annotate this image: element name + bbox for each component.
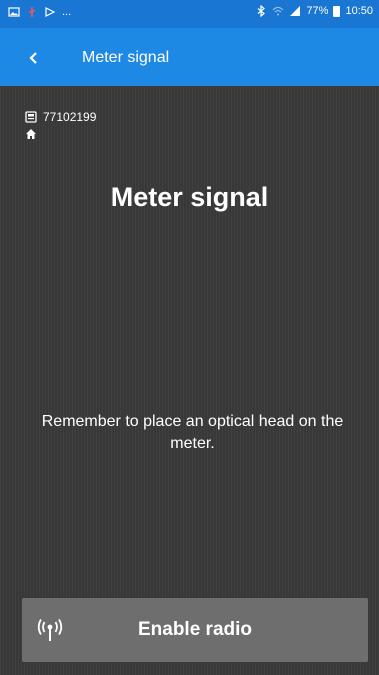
status-notifications: ...: [8, 6, 71, 18]
screen: ... 77% 10:50 Meter signal 77102199 Mete…: [0, 0, 379, 675]
clock: 10:50: [345, 5, 373, 17]
play-icon: [45, 7, 56, 17]
notification-overflow: ...: [62, 6, 72, 18]
battery-icon: [333, 5, 341, 17]
page-heading: Meter signal: [110, 182, 269, 212]
instruction-text: Remember to place an optical head on the…: [41, 413, 344, 452]
usb-icon: [28, 7, 36, 17]
wifi-icon: [273, 6, 284, 16]
home-icon: [26, 129, 36, 139]
main-content: 77102199 Meter signal Remember to place …: [0, 86, 379, 675]
enable-radio-button[interactable]: Enable radio: [22, 598, 368, 662]
image-icon: [8, 7, 20, 17]
status-bar: ... 77% 10:50: [0, 0, 379, 28]
chevron-left-icon: [29, 52, 37, 64]
back-button[interactable]: [20, 44, 48, 72]
meter-icon: [25, 111, 37, 123]
meter-id-row: 77102199: [25, 110, 96, 124]
bluetooth-icon: [258, 5, 266, 17]
meter-id: 77102199: [43, 110, 97, 124]
app-bar: Meter signal: [0, 28, 379, 86]
signal-icon: [290, 6, 301, 16]
enable-radio-label: Enable radio: [137, 619, 253, 640]
battery-percent: 77%: [306, 5, 329, 17]
app-bar-title: Meter signal: [82, 49, 170, 66]
status-indicators: 77% 10:50: [255, 5, 373, 17]
